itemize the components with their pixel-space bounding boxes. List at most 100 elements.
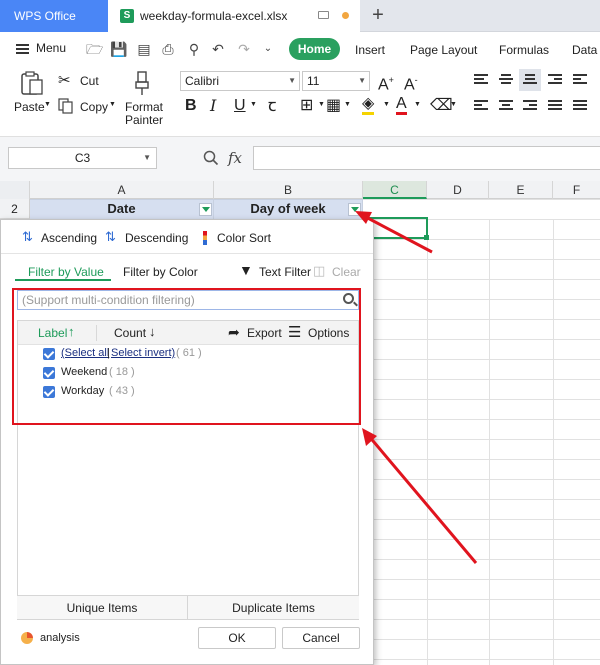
tab-insert[interactable]: Insert [355,43,385,57]
text-filter-icon[interactable]: ▼ [239,262,253,278]
justify-icon[interactable] [548,100,562,112]
font-color-icon[interactable]: A [396,96,407,115]
bold-icon[interactable]: B [185,97,197,115]
clear-filter-button[interactable]: Clear [332,265,361,279]
paste-button[interactable]: Paste [14,100,45,114]
trash-icon[interactable]: ◫ [313,263,325,279]
sort-descending-icon[interactable]: ⇅ [105,229,116,245]
monitor-icon[interactable] [318,11,329,19]
formula-input[interactable] [253,146,600,170]
checkbox-checked-icon[interactable] [43,386,55,398]
ok-button[interactable]: OK [198,627,276,649]
customize-chevron-icon[interactable]: ⌄ [260,41,276,57]
align-left-icon[interactable] [474,100,488,112]
filter-dropdown-day-of-week-icon[interactable] [348,203,361,216]
unique-items-button[interactable]: Unique Items [17,596,188,620]
italic-icon[interactable]: I [210,97,216,115]
copy-button[interactable]: Copy [80,100,108,114]
strikethrough-icon[interactable]: ꞇ [268,97,276,115]
column-header-c[interactable]: C [363,181,427,199]
document-tab[interactable]: S weekday-formula-excel.xlsx [108,0,360,32]
color-sort-icon[interactable] [203,231,207,245]
tab-page-layout[interactable]: Page Layout [410,43,477,57]
sort-by-label-button[interactable]: Label [38,326,67,340]
clear-format-dropdown-icon[interactable]: ▼ [450,101,457,108]
export-icon[interactable]: ➦ [228,324,240,341]
export-button[interactable]: Export [247,326,282,340]
merge-cells-icon[interactable]: ▦ [326,97,341,115]
checkbox-checked-icon[interactable] [43,367,55,379]
hamburger-menu-icon[interactable] [16,44,29,54]
sort-ascending-button[interactable]: Ascending [41,231,97,245]
fill-color-icon[interactable]: ◈ [362,96,375,115]
tab-formulas[interactable]: Formulas [499,43,549,57]
row-header-2[interactable]: 2 [0,199,30,219]
format-painter-icon[interactable] [133,70,153,96]
align-right-icon[interactable] [523,100,537,112]
increase-font-icon[interactable]: A+ [378,71,394,94]
sort-ascending-icon[interactable]: ⇅ [22,229,33,245]
menu-button[interactable]: Menu [36,41,66,55]
format-painter-label-1[interactable]: Format [125,100,163,114]
format-painter-label-2[interactable]: Painter [125,113,163,127]
tab-home[interactable]: Home [289,38,340,60]
function-icon[interactable]: fx [228,149,242,167]
select-all-link[interactable]: (Select all [61,347,109,359]
fill-color-dropdown-icon[interactable]: ▼ [383,101,390,108]
column-header-b[interactable]: B [214,181,363,199]
text-filter-button[interactable]: Text Filter [259,265,311,279]
paste-icon[interactable] [19,70,45,96]
column-header-f[interactable]: F [553,181,600,199]
underline-dropdown-icon[interactable]: ▼ [250,101,257,108]
borders-dropdown-icon[interactable]: ▼ [318,101,325,108]
sort-by-count-button[interactable]: Count [114,326,146,340]
checkbox-checked-icon[interactable] [43,348,55,360]
search-icon[interactable] [343,293,354,304]
font-color-dropdown-icon[interactable]: ▼ [414,101,421,108]
tab-filter-by-color[interactable]: Filter by Color [123,265,198,279]
print-icon[interactable]: ⎙ [160,41,176,57]
font-size-select[interactable]: 11 ▼ [302,71,370,91]
tab-filter-by-value[interactable]: Filter by Value [28,265,104,279]
select-invert-link[interactable]: Select invert) [111,347,175,359]
export-pdf-icon[interactable]: ▤ [136,41,152,57]
scissors-icon[interactable]: ✂ [58,71,71,89]
cancel-button[interactable]: Cancel [282,627,360,649]
sort-descending-button[interactable]: Descending [125,231,188,245]
new-tab-button[interactable]: + [366,0,390,32]
align-bottom-icon[interactable] [523,74,537,86]
analysis-icon[interactable] [21,632,33,644]
increase-indent-icon[interactable] [573,74,587,86]
filter-search-input[interactable]: (Support multi-condition filtering) [17,290,359,310]
select-all-corner[interactable] [0,181,30,199]
name-box[interactable]: C3 ▼ [8,147,157,169]
align-center-icon[interactable] [499,100,513,112]
copy-icon[interactable] [58,98,74,114]
analysis-button[interactable]: analysis [40,632,80,644]
list-item-select-all[interactable]: (Select all | Select invert) ( 61 ) [18,345,358,365]
decrease-font-icon[interactable]: A- [404,71,418,94]
cell-a2-date-header[interactable]: Date [30,199,214,219]
zoom-icon[interactable] [203,150,219,166]
print-preview-icon[interactable]: ⚲ [186,41,202,57]
fill-handle[interactable] [424,235,429,240]
list-item[interactable]: Weekend ( 18 ) [18,364,358,384]
tab-data[interactable]: Data [572,43,597,57]
borders-icon[interactable]: ⊞ [300,97,313,115]
underline-icon[interactable]: U [234,97,246,115]
copy-dropdown-icon[interactable]: ▼ [109,101,116,108]
paste-dropdown-icon[interactable]: ▼ [44,101,51,108]
cut-button[interactable]: Cut [80,74,99,88]
list-item[interactable]: Workday ( 43 ) [18,383,358,403]
column-header-d[interactable]: D [427,181,489,199]
align-middle-icon[interactable] [499,74,513,86]
filter-dropdown-date-icon[interactable] [199,203,212,216]
decrease-indent-icon[interactable] [548,74,562,86]
distributed-icon[interactable] [573,100,587,112]
options-button[interactable]: Options [308,326,349,340]
column-header-a[interactable]: A [30,181,214,199]
app-tab-wps-office[interactable]: WPS Office [0,0,108,32]
merge-dropdown-icon[interactable]: ▼ [344,101,351,108]
duplicate-items-button[interactable]: Duplicate Items [188,596,359,620]
cell-b2-day-of-week-header[interactable]: Day of week [214,199,363,219]
